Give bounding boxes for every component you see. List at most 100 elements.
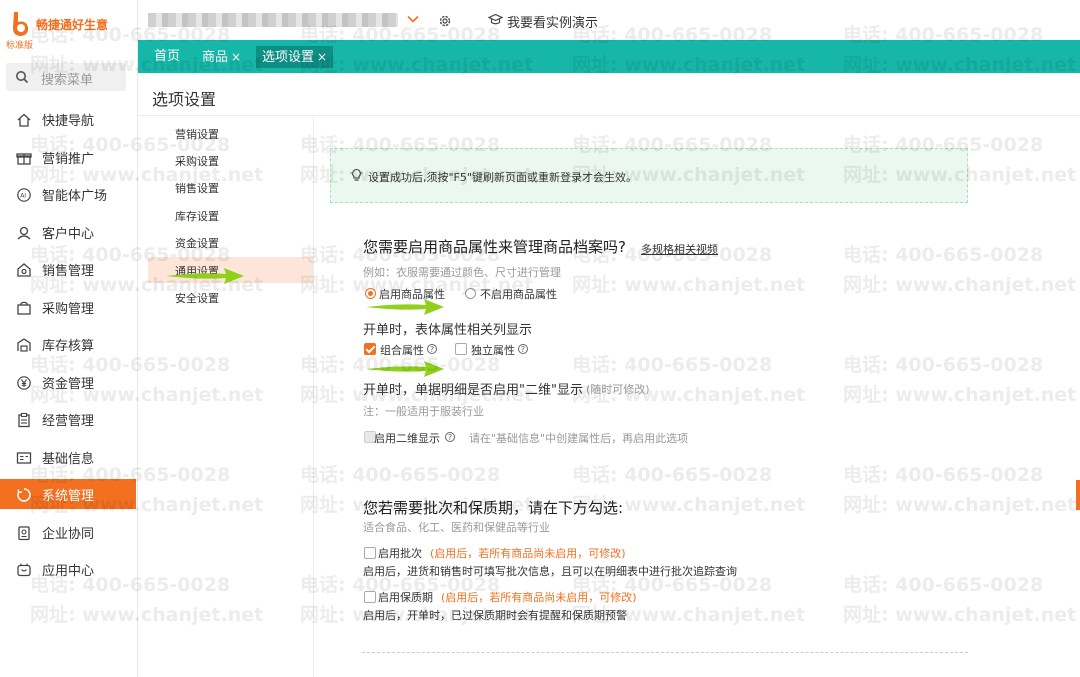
bag-icon	[17, 301, 31, 315]
app-name: 畅捷通好生意	[36, 18, 109, 32]
sidebar-item-customer[interactable]: 客户中心	[0, 217, 136, 247]
sidebar-item-funds[interactable]: 资金管理	[0, 367, 136, 397]
sidebar-item-quick-nav[interactable]: 快捷导航	[0, 104, 136, 134]
sidebar-item-system[interactable]: 系统管理	[0, 479, 136, 509]
notice-text: 设置成功后,须按"F5"键刷新页面或重新登录才会生效。	[368, 171, 637, 184]
sidebar-item-inventory[interactable]: 库存核算	[0, 329, 136, 359]
attributes-example: 例如：衣服需要通过颜色、尺寸进行管理	[363, 266, 561, 279]
watermark-phone: 电话: 400-665-0028	[843, 354, 1044, 376]
sidebar-item-label: 智能体广场	[42, 189, 108, 204]
checkbox-combined-attributes[interactable]	[364, 343, 376, 355]
checkbox-independent-attributes[interactable]	[455, 343, 467, 355]
gear-icon[interactable]	[438, 14, 452, 28]
app-logo[interactable]: 畅捷通好生意 标准版	[6, 8, 138, 51]
sidebar-item-label: 快捷导航	[42, 114, 95, 129]
page-title: 选项设置	[152, 90, 217, 109]
radio-label: 不启用商品属性	[480, 288, 557, 301]
demo-link-label: 我要看实例演示	[507, 16, 599, 31]
company-name-blurred[interactable]	[148, 13, 398, 27]
sidebar-item-label: 资金管理	[42, 377, 95, 392]
divider	[362, 652, 968, 653]
chevron-down-icon[interactable]	[406, 12, 420, 26]
sidebar-item-label: 经营管理	[42, 414, 95, 429]
batch-description: 启用后，进货和销售时可填写批次信息，且可以在明细表中进行批次追踪查询	[363, 565, 737, 578]
checkbox-label: 组合属性	[380, 344, 424, 357]
checkbox-enable-batch[interactable]	[364, 547, 376, 559]
logo-icon	[13, 12, 29, 36]
system-icon	[17, 488, 31, 502]
scroll-indicator[interactable]	[1076, 480, 1080, 510]
arrow-annotation	[366, 299, 444, 315]
tab-label: 选项设置	[262, 50, 315, 65]
subnav-item-funds[interactable]: 资金设置	[148, 229, 313, 255]
sidebar-item-label: 客户中心	[42, 227, 95, 242]
checkbox-label: 独立属性	[471, 344, 515, 357]
subnav-item-sales[interactable]: 销售设置	[148, 174, 313, 200]
menu-search[interactable]: 搜索菜单	[6, 63, 126, 91]
arrow-annotation	[166, 268, 244, 284]
sidebar-item-agent-square[interactable]: AI 智能体广场	[0, 179, 136, 209]
tab-options[interactable]: 选项设置 ×	[256, 46, 334, 68]
sidebar-item-label: 基础信息	[42, 452, 95, 467]
sidebar-item-sales[interactable]: 销售管理	[0, 254, 136, 284]
sidebar: 畅捷通好生意 标准版 搜索菜单 快捷导航 营销推广 AI 智能体广场 客户中心 …	[0, 0, 138, 677]
shelf-warning: (启用后，若所有商品尚未启用，可修改)	[441, 591, 637, 604]
close-icon[interactable]: ×	[317, 50, 327, 64]
video-link[interactable]: 多规格相关视频	[641, 241, 718, 257]
subnav-label: 营销设置	[175, 128, 219, 141]
watermark-phone: 电话: 400-665-0028	[843, 464, 1044, 486]
subnav-item-marketing[interactable]: 营销设置	[148, 120, 313, 146]
sidebar-item-label: 营销推广	[42, 152, 95, 167]
two-d-remark: 注：一般适用于服装行业	[363, 405, 484, 418]
help-icon[interactable]: ?	[445, 432, 455, 442]
shelf-description: 启用后，开单时，已过保质期时会有提醒和保质期预警	[363, 609, 627, 622]
search-icon	[16, 71, 29, 84]
sidebar-item-label: 系统管理	[42, 489, 95, 504]
subnav-item-inventory[interactable]: 库存设置	[148, 202, 313, 228]
subnav-label: 库存设置	[175, 210, 219, 223]
display-heading: 开单时，表体属性相关列显示	[363, 323, 533, 338]
sidebar-item-app-center[interactable]: 应用中心	[0, 554, 136, 584]
app-edition: 标准版	[6, 41, 34, 51]
search-placeholder: 搜索菜单	[41, 73, 94, 88]
customer-icon	[17, 226, 31, 240]
sidebar-item-label: 企业协同	[42, 527, 95, 542]
subnav-item-security[interactable]: 安全设置	[148, 284, 313, 310]
ai-icon: AI	[17, 188, 31, 202]
tab-products[interactable]: 商品 ×	[196, 46, 247, 68]
help-icon[interactable]: ?	[518, 344, 528, 354]
sidebar-item-label: 采购管理	[42, 302, 95, 317]
sidebar-item-purchase[interactable]: 采购管理	[0, 292, 136, 322]
sidebar-item-label: 销售管理	[42, 264, 95, 279]
watermark-phone: 电话: 400-665-0028	[572, 354, 773, 376]
sidebar-item-label: 库存核算	[42, 339, 95, 354]
tab-label: 商品	[202, 50, 229, 65]
subnav-item-purchase[interactable]: 采购设置	[148, 147, 313, 173]
app-center-icon	[17, 563, 31, 577]
watermark-phone: 电话: 400-665-0028	[843, 574, 1044, 596]
tab-bar: 首页 商品 × 选项设置 ×	[138, 40, 1080, 73]
radio-disable-attributes[interactable]	[465, 288, 476, 299]
close-icon[interactable]: ×	[231, 50, 241, 64]
card-icon	[16, 452, 32, 464]
watermark-site: 网址: www.chanjet.net	[572, 274, 806, 296]
notice-banner: 设置成功后,须按"F5"键刷新页面或重新登录才会生效。	[330, 148, 968, 203]
watermark-phone: 电话: 400-665-0028	[572, 464, 773, 486]
svg-text:AI: AI	[20, 193, 26, 200]
two-d-note: (随时可修改)	[586, 383, 650, 396]
sidebar-item-label: 应用中心	[42, 564, 95, 579]
watermark-site: 网址: www.chanjet.net	[843, 274, 1077, 296]
checkbox-enable-shelf-life[interactable]	[364, 591, 376, 603]
sidebar-item-collab[interactable]: 企业协同	[0, 517, 136, 547]
help-icon[interactable]: ?	[427, 344, 437, 354]
sidebar-item-operations[interactable]: 经营管理	[0, 404, 136, 434]
sidebar-item-marketing[interactable]: 营销推广	[0, 142, 136, 172]
collab-icon	[18, 526, 30, 541]
gift-icon	[16, 153, 32, 165]
subnav-label: 采购设置	[175, 155, 219, 168]
home-icon	[17, 113, 31, 127]
settings-subnav: 营销设置 采购设置 销售设置 库存设置 资金设置 通用设置 安全设置	[148, 116, 314, 677]
tab-home[interactable]: 首页	[148, 46, 186, 68]
sidebar-item-basic-info[interactable]: 基础信息	[0, 442, 136, 472]
watermark-site: 网址: www.chanjet.net	[843, 384, 1077, 406]
